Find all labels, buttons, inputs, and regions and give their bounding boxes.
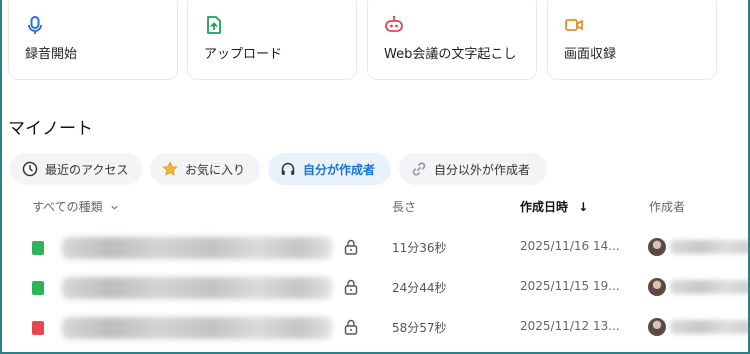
length-column-header[interactable]: 長さ xyxy=(392,198,416,215)
upload-label: アップロード xyxy=(204,47,283,62)
created-date-cell: 2025/11/12 13... xyxy=(520,319,620,333)
note-title-redacted xyxy=(62,237,332,259)
quick-actions: 録音開始 アップロード Web会議の文字起こし 画面収録 xyxy=(8,0,748,80)
creator-column-header[interactable]: 作成者 xyxy=(649,198,685,215)
audio-file-icon xyxy=(32,241,44,255)
table-row[interactable]: 58分57秒 2025/11/12 13... xyxy=(10,309,748,349)
tab-favorites-label: お気に入り xyxy=(185,162,246,177)
meeting-transcribe-label: Web会議の文字起こし xyxy=(384,47,517,62)
app-window: 録音開始 アップロード Web会議の文字起こし 画面収録 マイノート 最近のアク… xyxy=(0,0,750,354)
length-header-label: 長さ xyxy=(392,200,417,214)
headphones-icon xyxy=(281,162,295,175)
creator-name-redacted xyxy=(670,320,748,334)
star-icon xyxy=(162,161,178,176)
record-start-card[interactable]: 録音開始 xyxy=(8,0,178,80)
screen-record-label: 画面収録 xyxy=(564,47,617,62)
tab-recent[interactable]: 最近のアクセス xyxy=(10,153,142,185)
created-header-label: 作成日時 xyxy=(520,200,569,214)
screen-record-icon xyxy=(565,19,583,31)
avatar xyxy=(648,278,666,296)
lock-icon xyxy=(344,239,358,255)
link-icon xyxy=(412,162,426,176)
created-date-cell: 2025/11/15 19... xyxy=(520,279,620,293)
meeting-transcribe-card[interactable]: Web会議の文字起こし xyxy=(367,0,537,80)
chevron-down-icon xyxy=(110,205,118,210)
record-start-label: 録音開始 xyxy=(25,47,78,62)
lock-icon xyxy=(344,279,358,295)
tab-others-label: 自分以外が作成者 xyxy=(434,162,531,177)
upload-icon xyxy=(207,16,221,34)
table-row[interactable]: 24分44秒 2025/11/15 19... xyxy=(10,269,748,309)
tab-favorites[interactable]: お気に入り xyxy=(150,153,260,185)
duration-cell: 24分44秒 xyxy=(392,281,447,295)
duration-cell: 11分36秒 xyxy=(392,241,447,255)
table-row[interactable]: 11分36秒 2025/11/16 14... xyxy=(10,229,748,269)
tab-mine-label: 自分が作成者 xyxy=(303,162,376,177)
upload-card[interactable]: アップロード xyxy=(187,0,357,80)
note-title-redacted xyxy=(62,277,332,299)
note-title-redacted xyxy=(62,317,332,339)
avatar xyxy=(648,238,666,256)
meeting-bot-icon xyxy=(385,15,403,32)
lock-icon xyxy=(344,319,358,335)
created-date-cell: 2025/11/16 14... xyxy=(520,239,620,253)
created-column-header[interactable]: 作成日時 ↓ xyxy=(520,198,588,215)
clock-icon xyxy=(22,161,38,177)
sort-desc-icon: ↓ xyxy=(578,200,589,214)
tab-recent-label: 最近のアクセス xyxy=(45,162,129,177)
video-file-icon xyxy=(32,321,44,335)
type-filter-label: すべての種類 xyxy=(32,200,103,214)
type-filter-dropdown[interactable]: すべての種類 xyxy=(32,198,119,215)
creator-name-redacted xyxy=(670,280,748,294)
creator-name-redacted xyxy=(670,240,748,254)
tab-mine[interactable]: 自分が作成者 xyxy=(268,153,391,185)
audio-file-icon xyxy=(32,281,44,295)
avatar xyxy=(648,318,666,336)
duration-cell: 58分57秒 xyxy=(392,321,447,335)
creator-header-label: 作成者 xyxy=(649,200,686,214)
microphone-icon xyxy=(28,16,42,34)
screen-record-card[interactable]: 画面収録 xyxy=(547,0,717,80)
section-title: マイノート xyxy=(8,119,93,139)
tab-others[interactable]: 自分以外が作成者 xyxy=(399,153,547,185)
